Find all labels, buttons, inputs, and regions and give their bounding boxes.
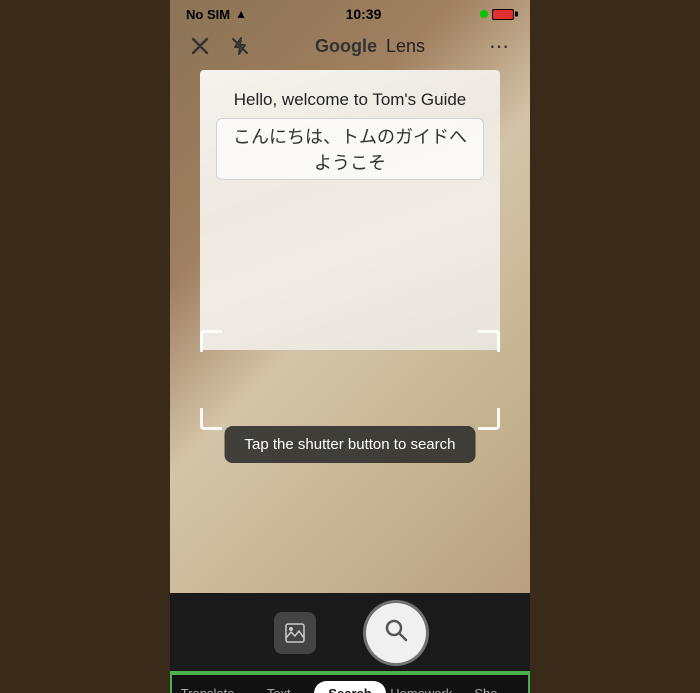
close-icon: [190, 36, 210, 56]
carrier-text: No SIM: [186, 7, 230, 22]
scan-bracket: [200, 330, 500, 430]
bracket-bottom-left: [200, 408, 222, 430]
flash-off-icon: [230, 36, 250, 56]
tab-search[interactable]: Search: [314, 681, 385, 693]
app-title: Google Lens: [315, 36, 425, 57]
camera-viewfinder: No SIM ▲ 10:39: [170, 0, 530, 593]
tab-homework[interactable]: Homework: [386, 682, 457, 693]
status-icons: [480, 9, 514, 20]
status-time: 10:39: [346, 6, 382, 22]
battery-icon: [492, 9, 514, 20]
tab-shopping[interactable]: Sho…: [457, 682, 528, 693]
close-button[interactable]: [186, 32, 214, 60]
wifi-icon: ▲: [235, 7, 247, 21]
paper-card: Hello, welcome to Tom's Guide こんにちは、トムのガ…: [200, 70, 500, 350]
search-icon: [382, 616, 410, 644]
bottom-controls: Translate Text Search Homework Sho…: [170, 593, 530, 693]
shutter-row: [274, 593, 426, 671]
toolbar-right: ⋯: [486, 32, 514, 60]
tab-bar-container: Translate Text Search Homework Sho…: [170, 671, 530, 693]
status-bar: No SIM ▲ 10:39: [170, 0, 530, 26]
toolbar-left: [186, 32, 254, 60]
translated-text: こんにちは、トムのガイドへようこそ: [216, 118, 484, 180]
bracket-top-right: [478, 330, 500, 352]
original-text: Hello, welcome to Tom's Guide: [234, 90, 467, 110]
bracket-bottom-right: [478, 408, 500, 430]
tab-bar: Translate Text Search Homework Sho…: [172, 673, 528, 693]
gallery-button[interactable]: [274, 612, 316, 654]
flash-button[interactable]: [226, 32, 254, 60]
tab-text[interactable]: Text: [243, 682, 314, 693]
title-lens: Lens: [386, 36, 425, 57]
phone-wrapper: No SIM ▲ 10:39: [170, 0, 530, 693]
gallery-icon: [284, 622, 306, 644]
tab-translate[interactable]: Translate: [172, 682, 243, 693]
more-icon: ⋯: [489, 34, 511, 59]
more-button[interactable]: ⋯: [486, 32, 514, 60]
shutter-search-icon: [382, 616, 410, 651]
title-google: Google: [315, 36, 377, 57]
shutter-button[interactable]: [366, 603, 426, 663]
signal-dot: [480, 10, 488, 18]
hint-text: Tap the shutter button to search: [225, 426, 476, 463]
bracket-top-left: [200, 330, 222, 352]
status-carrier: No SIM ▲: [186, 7, 247, 22]
toolbar: Google Lens ⋯: [170, 24, 530, 68]
